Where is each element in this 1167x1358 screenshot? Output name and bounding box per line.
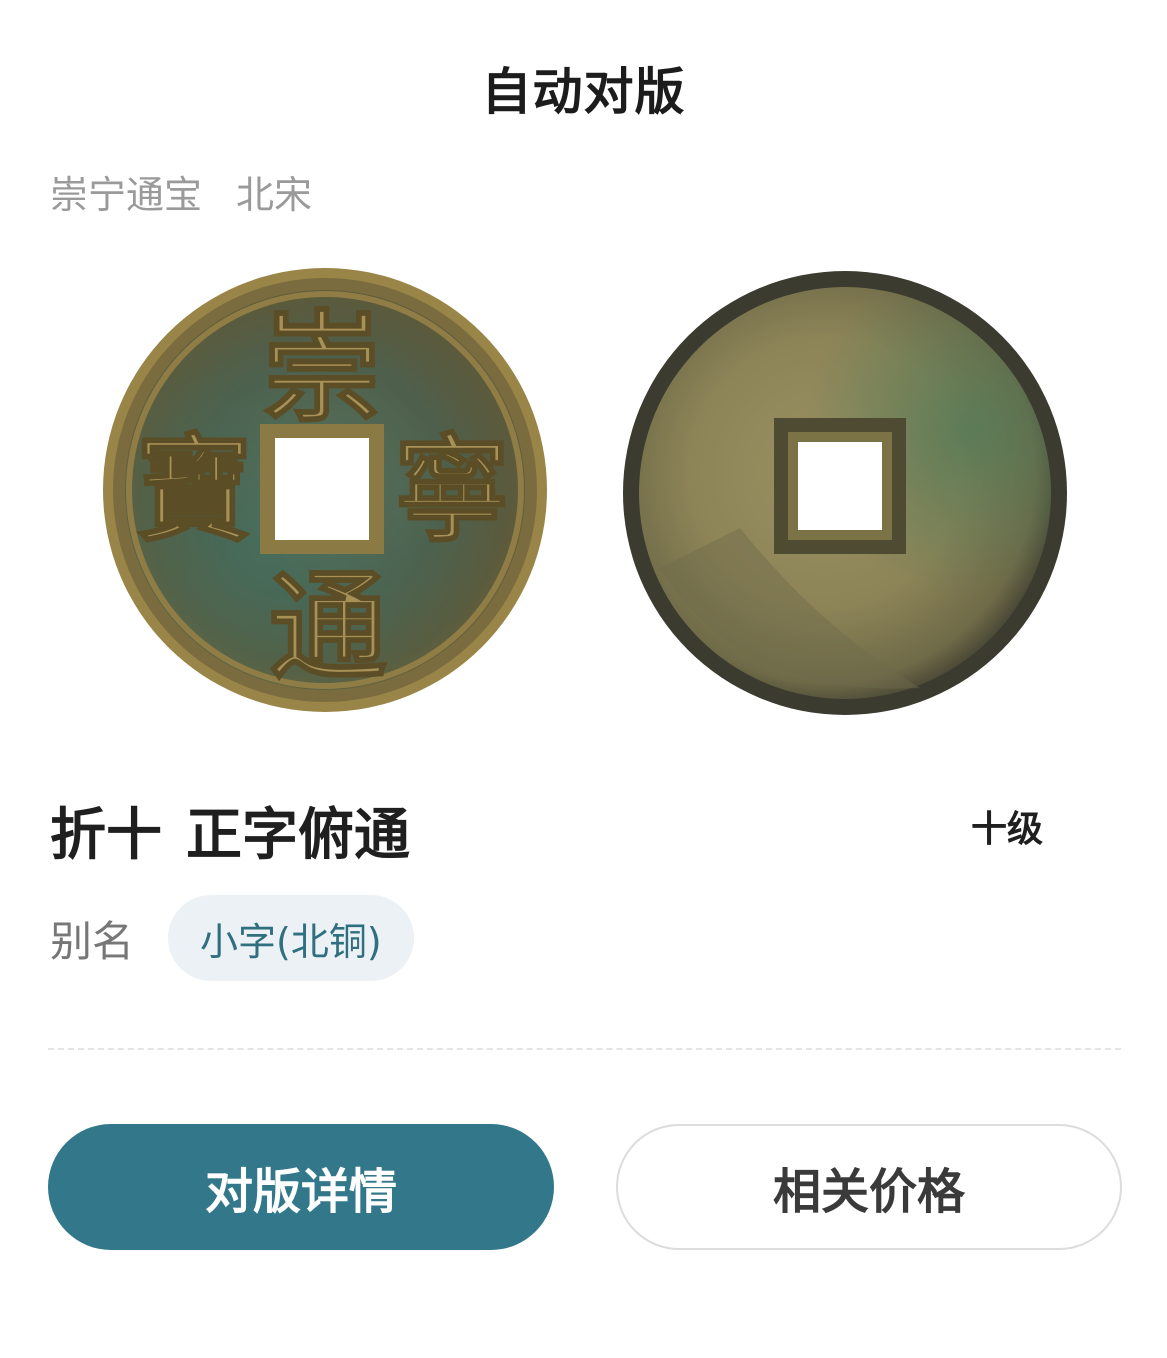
obverse-char-right: 寧 <box>394 422 510 558</box>
obverse-char-left: 寶 <box>136 422 252 558</box>
alias-row: 别名 小字(北铜) <box>50 895 414 981</box>
sheet-title: 自动对版 <box>481 63 686 121</box>
coin-dynasty: 北宋 <box>236 173 313 217</box>
coin-reverse-graphic <box>623 271 1067 715</box>
variant-prefix: 折十 <box>50 803 162 868</box>
alias-label: 别名 <box>50 916 135 966</box>
dashed-divider <box>48 1048 1121 1050</box>
obverse-char-top: 崇 <box>262 298 382 439</box>
variant-title: 折十 正字俯通 <box>50 790 410 871</box>
coin-series-name: 崇宁通宝 <box>50 173 203 217</box>
alias-chip[interactable]: 小字(北铜) <box>168 895 414 981</box>
match-detail-button[interactable]: 对版详情 <box>48 1124 554 1250</box>
rarity-grade: 十级 <box>970 809 1043 850</box>
coin-obverse-image[interactable]: 崇 寧 通 寶 <box>100 268 550 718</box>
coin-subtitle: 崇宁通宝 北宋 <box>50 164 312 219</box>
obverse-char-bottom: 通 <box>269 557 387 696</box>
coin-obverse-graphic: 崇 寧 通 寶 <box>103 268 547 712</box>
auto-match-sheet: 自动对版 崇宁通宝 北宋 崇 寧 通 寶 折十 正字俯通 十级 别名 小字(北铜… <box>0 0 1167 1358</box>
coin-reverse-image[interactable] <box>620 268 1070 718</box>
related-price-button[interactable]: 相关价格 <box>616 1124 1122 1250</box>
variant-name: 正字俯通 <box>186 803 410 868</box>
